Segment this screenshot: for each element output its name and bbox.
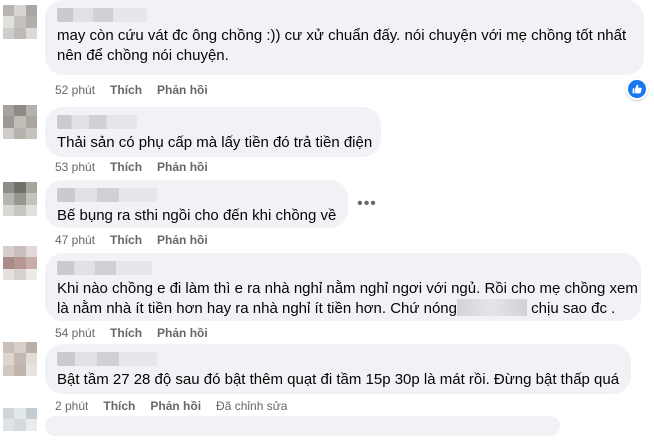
reply-button[interactable]: Phản hồi bbox=[157, 326, 208, 340]
reply-button[interactable]: Phản hồi bbox=[157, 233, 208, 247]
comment-author-redacted[interactable] bbox=[57, 188, 157, 202]
reply-button[interactable]: Phản hồi bbox=[157, 83, 208, 97]
avatar[interactable] bbox=[3, 342, 37, 376]
avatar[interactable] bbox=[3, 408, 37, 442]
comment-text-segment: là nằm nhà ít tiền hơn hay ra nhà nghỉ í… bbox=[57, 300, 457, 317]
comment-text-line: Khi nào chồng e đi làm thì e ra nhà nghỉ… bbox=[57, 280, 638, 297]
comment-author-redacted[interactable] bbox=[57, 352, 157, 366]
like-button[interactable]: Thích bbox=[110, 326, 142, 340]
comment-actions: 47 phút Thích Phản hồi bbox=[55, 233, 208, 247]
comment-author-redacted[interactable] bbox=[57, 115, 137, 129]
comment-text-segment: chịu sao đc . bbox=[531, 300, 616, 317]
edited-label: Đã chỉnh sửa bbox=[216, 399, 288, 413]
comment-timestamp[interactable]: 47 phút bbox=[55, 233, 95, 247]
comment-bubble bbox=[45, 416, 560, 436]
avatar[interactable] bbox=[3, 182, 37, 216]
comment-text-line: Thải sản có phụ cấp mà lấy tiền đó trả t… bbox=[57, 134, 373, 151]
like-button[interactable]: Thích bbox=[110, 83, 142, 97]
like-button[interactable]: Thích bbox=[110, 160, 142, 174]
avatar[interactable] bbox=[3, 5, 37, 39]
more-options-icon[interactable]: ••• bbox=[355, 192, 379, 216]
reply-button[interactable]: Phản hồi bbox=[150, 399, 201, 413]
comment-actions: 53 phút Thích Phản hồi bbox=[55, 160, 208, 174]
comment-bubble: Thải sản có phụ cấp mà lấy tiền đó trả t… bbox=[45, 107, 381, 157]
comment-text-line: may còn cứu vát đc ông chồng :)) cư xử c… bbox=[57, 27, 627, 44]
comment-timestamp[interactable]: 2 phút bbox=[55, 399, 88, 413]
comment-text-line: là nằm nhà ít tiền hơn hay ra nhà nghỉ í… bbox=[57, 299, 629, 319]
comment-bubble: Bế bụng ra sthi ngồi cho đến khi chồng v… bbox=[45, 180, 348, 228]
avatar[interactable] bbox=[3, 246, 37, 280]
comment-text-line: Bật tầm 27 28 độ sau đó bật thêm quạt đi… bbox=[57, 371, 620, 388]
like-button[interactable]: Thích bbox=[103, 399, 135, 413]
avatar[interactable] bbox=[3, 105, 37, 139]
comment-bubble: Bật tầm 27 28 độ sau đó bật thêm quạt đi… bbox=[45, 344, 631, 394]
comment-actions: 52 phút Thích Phản hồi bbox=[55, 83, 208, 97]
like-button[interactable]: Thích bbox=[110, 233, 142, 247]
comment-timestamp[interactable]: 54 phút bbox=[55, 326, 95, 340]
comment-bubble: Khi nào chồng e đi làm thì e ra nhà nghỉ… bbox=[45, 253, 641, 321]
comment-author-redacted[interactable] bbox=[57, 261, 152, 275]
comment-timestamp[interactable]: 53 phút bbox=[55, 160, 95, 174]
comment-author-redacted[interactable] bbox=[57, 8, 147, 22]
reply-button[interactable]: Phản hồi bbox=[157, 160, 208, 174]
comment-text-line: nên để chồng nói chuyện. bbox=[57, 47, 229, 64]
comment-text-line: Bế bụng ra sthi ngồi cho đến khi chồng v… bbox=[57, 207, 337, 224]
comment-timestamp[interactable]: 52 phút bbox=[55, 83, 95, 97]
comment-actions: 2 phút Thích Phản hồi Đã chỉnh sửa bbox=[55, 399, 287, 413]
comment-actions: 54 phút Thích Phản hồi bbox=[55, 326, 208, 340]
comment-bubble: may còn cứu vát đc ông chồng :)) cư xử c… bbox=[45, 0, 644, 75]
like-reaction-icon[interactable] bbox=[626, 78, 648, 100]
redacted-text-block bbox=[456, 299, 527, 316]
